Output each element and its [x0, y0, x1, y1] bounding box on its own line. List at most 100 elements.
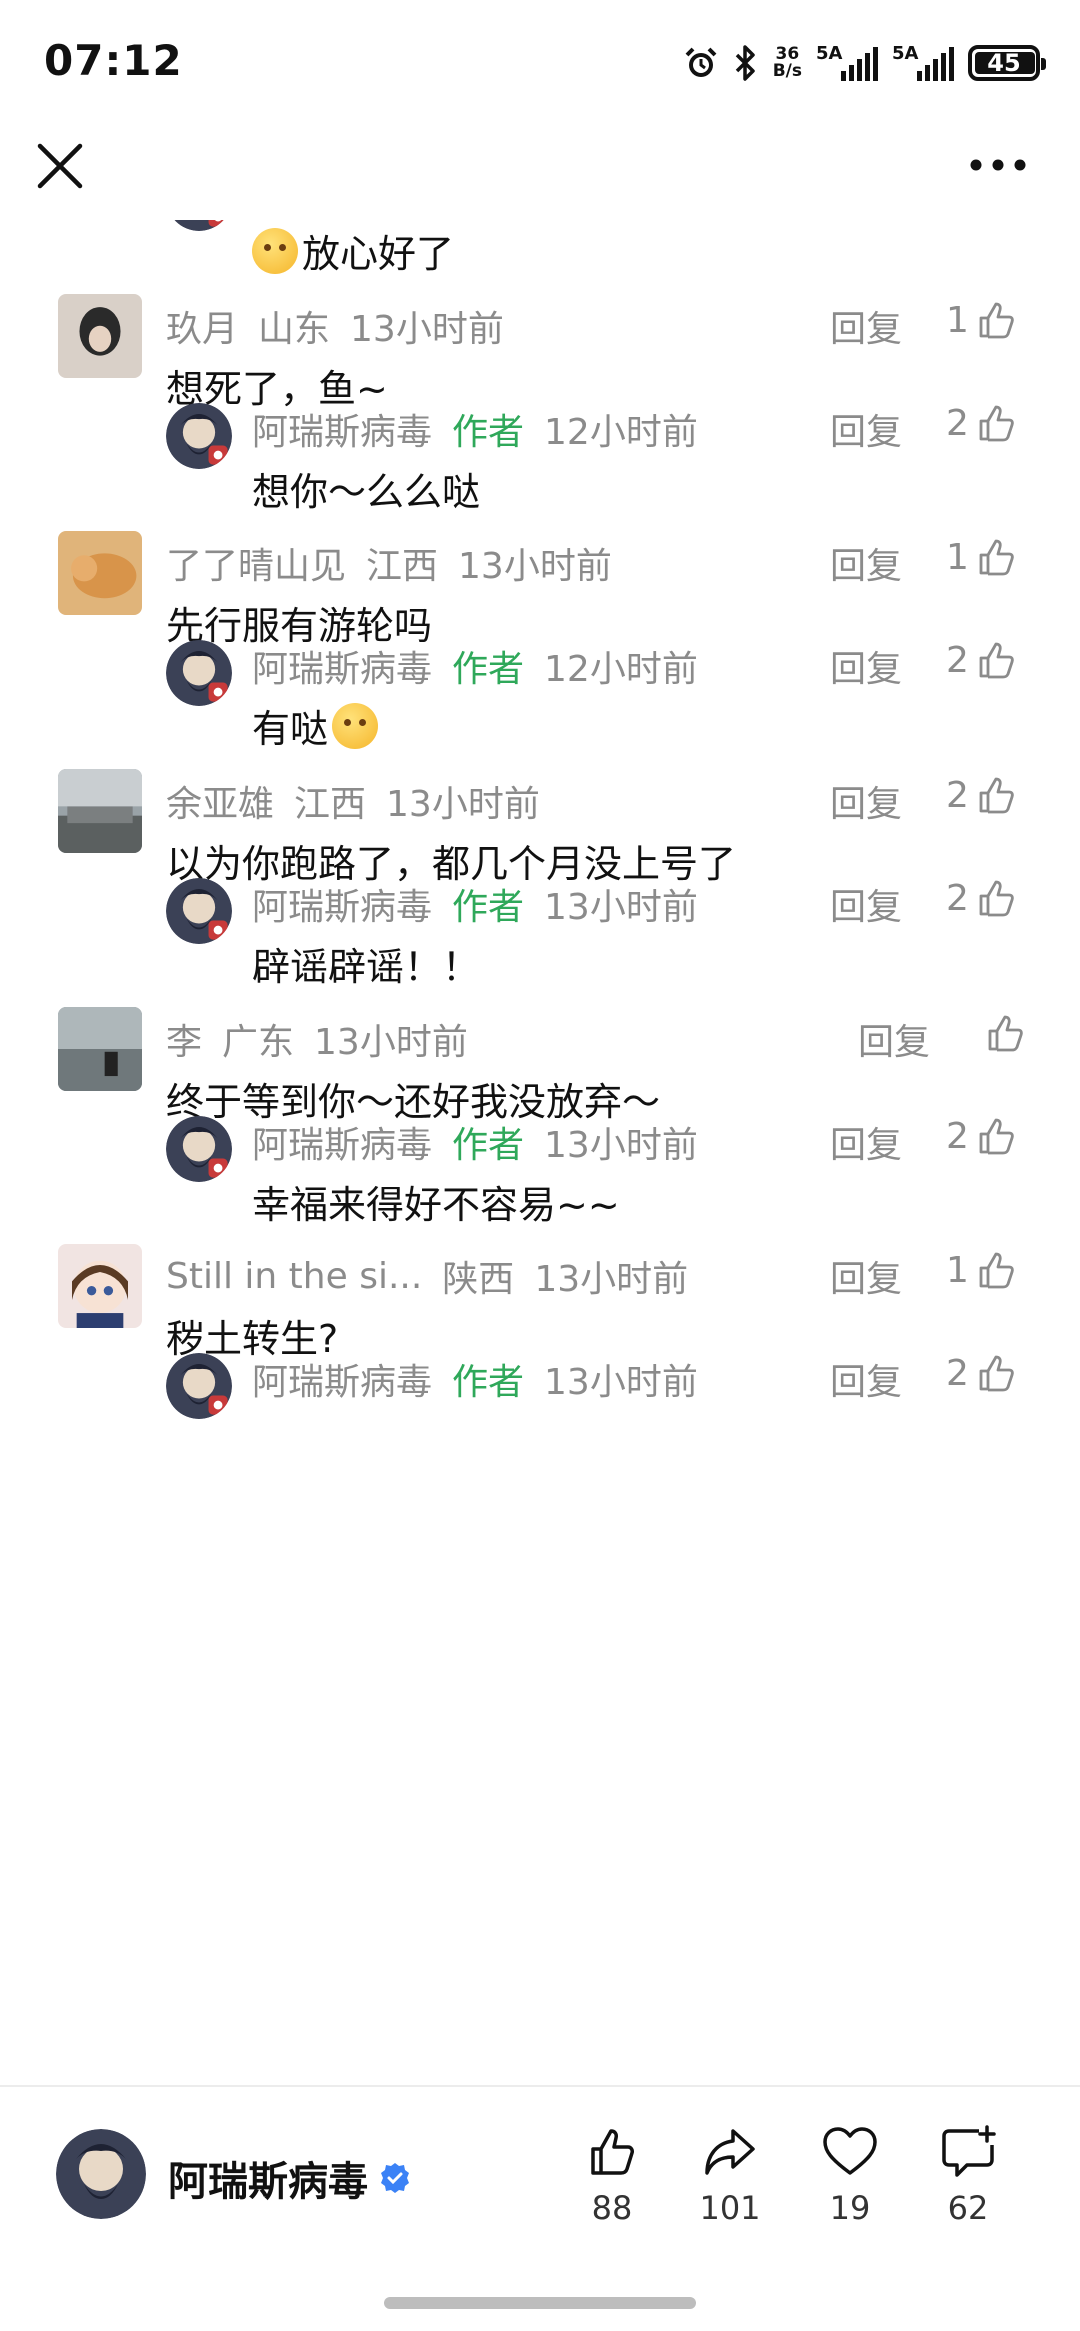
like-action[interactable]: 88: [562, 2123, 662, 2227]
user-avatar[interactable]: [58, 769, 142, 853]
reply-button[interactable]: 回复: [830, 878, 902, 930]
status-bar: 07:12 36 B/s 5A 5A 45: [0, 0, 1080, 125]
comment-meta: 阿瑞斯病毒 作者 13小时前: [252, 878, 698, 930]
reply-comment[interactable]: 阿瑞斯病毒作者13小时前回复2放心好了: [0, 220, 1080, 276]
comment-like-count: 2: [946, 402, 969, 444]
comment-time: 13小时前: [544, 1362, 698, 1403]
reply-button[interactable]: 回复: [830, 640, 902, 692]
reply-comment[interactable]: 阿瑞斯病毒 作者 13小时前 回复 2 幸福来得好不容易~~: [0, 1114, 1080, 1229]
reply-comment[interactable]: 阿瑞斯病毒 作者 12小时前 回复 2 有哒: [0, 638, 1080, 751]
comment-item[interactable]: 玖月 山东 13小时前 回复 1 想死了，鱼~: [0, 294, 1080, 411]
comment-meta: Still in the si... 陕西 13小时前: [166, 1250, 688, 1302]
author-avatar[interactable]: [166, 220, 232, 231]
comment-like-button[interactable]: 2: [946, 876, 1019, 920]
comment-like-count: 2: [946, 877, 969, 919]
reply-button[interactable]: 回复: [830, 403, 902, 455]
author-avatar[interactable]: [166, 878, 232, 944]
comment-meta: 李广东 13小时前: [166, 1013, 468, 1065]
author-name[interactable]: 阿瑞斯病毒: [168, 2149, 412, 2207]
comment-meta: 阿瑞斯病毒 作者 12小时前: [252, 403, 698, 455]
comment-like-button[interactable]: 1: [946, 298, 1019, 342]
battery-icon: 45: [968, 45, 1046, 81]
comment-action[interactable]: 62: [918, 2123, 1018, 2227]
thumbs-up-icon: [979, 405, 1014, 442]
reply-button[interactable]: 回复: [830, 1116, 902, 1168]
reply-button[interactable]: 回复: [830, 775, 902, 827]
reply-comment[interactable]: 阿瑞斯病毒 作者 12小时前 回复 2 想你～么么哒: [0, 401, 1080, 516]
user-avatar[interactable]: [58, 294, 142, 378]
reply-button[interactable]: 回复: [830, 537, 902, 589]
close-icon: [37, 143, 83, 189]
reply-comment[interactable]: 阿瑞斯病毒 作者 13小时前 回复 2 辟谣辟谣！！: [0, 876, 1080, 989]
net-speed: 36 B/s: [772, 44, 802, 81]
comment-like-count: 2: [946, 639, 969, 681]
author-tag: 作者: [452, 887, 525, 928]
reply-comment[interactable]: 阿瑞斯病毒 作者 13小时前 回复 2: [0, 1353, 1080, 1463]
comment-item[interactable]: 余亚雄 江西 13小时前 回复 2 以为你跑路了，都几个月没上号了: [0, 769, 1080, 886]
author-tag: 作者: [452, 412, 525, 453]
comment-like-button[interactable]: 2: [946, 638, 1019, 682]
comment-time: 13小时前: [544, 1125, 698, 1166]
comment-username[interactable]: 阿瑞斯病毒: [252, 878, 432, 930]
comment-username[interactable]: 李: [166, 1013, 202, 1065]
user-avatar[interactable]: [58, 1244, 142, 1328]
comment-like-button[interactable]: 2: [946, 401, 1019, 445]
comment-location: 江西: [366, 546, 439, 587]
comment-username[interactable]: Still in the si...: [166, 1256, 422, 1297]
comment-username[interactable]: 了了晴山见: [166, 537, 346, 589]
comment-username[interactable]: 阿瑞斯病毒: [252, 403, 432, 455]
comment-username[interactable]: 阿瑞斯病毒: [252, 640, 432, 692]
bottom-action-bar: 阿瑞斯病毒 88 101 19 62: [0, 2085, 1080, 2331]
author-avatar[interactable]: [166, 403, 232, 469]
favorite-action[interactable]: 19: [800, 2123, 900, 2227]
more-icon: [970, 159, 1026, 171]
home-indicator[interactable]: [384, 2297, 696, 2309]
comment-like-button[interactable]: 2: [946, 773, 1019, 817]
comment-text-content: 放心好了: [302, 232, 455, 276]
comment-like-button[interactable]: 1: [946, 535, 1019, 579]
comment-username[interactable]: 玖月: [166, 300, 238, 352]
comment-like-button[interactable]: [978, 1011, 1028, 1055]
user-avatar[interactable]: [58, 1007, 142, 1091]
comment-like-count: 1: [946, 536, 969, 578]
author-avatar[interactable]: [166, 640, 232, 706]
comment-time: 13小时前: [534, 1259, 689, 1300]
author-avatar[interactable]: [166, 1353, 232, 1419]
comment-item[interactable]: 李广东 13小时前 回复 终于等到你～还好我没放弃～: [0, 1007, 1080, 1124]
comment-username[interactable]: 余亚雄: [166, 775, 274, 827]
comment-time: 13小时前: [314, 1022, 468, 1063]
comment-text-content: 辟谣辟谣！！: [252, 945, 481, 989]
comment-like-button[interactable]: 1: [946, 1248, 1019, 1292]
comment-text: 想你～么么哒: [252, 461, 480, 516]
comment-list[interactable]: 阿瑞斯病毒作者13小时前回复2放心好了玖月山东13小时前回复1想死了，鱼~阿瑞斯…: [0, 220, 1080, 2085]
reply-button[interactable]: 回复: [830, 1250, 902, 1302]
reply-button[interactable]: 回复: [858, 1013, 930, 1065]
thumbs-up-icon: [979, 1118, 1014, 1155]
comment-like-button[interactable]: 2: [946, 1351, 1019, 1395]
comment-like-button[interactable]: 2: [946, 1114, 1019, 1158]
favorite-count: 19: [829, 2189, 871, 2227]
reply-button[interactable]: 回复: [830, 300, 902, 352]
emoji-icon: [332, 702, 379, 749]
comment-text: 幸福来得好不容易~~: [252, 1174, 620, 1229]
author-tag: 作者: [452, 649, 525, 690]
author-avatar[interactable]: [56, 2129, 146, 2219]
comment-item[interactable]: Still in the si... 陕西 13小时前 回复 1 秽土转生?: [0, 1244, 1080, 1361]
signal-icon-sim2: 5A: [892, 43, 954, 83]
comment-item[interactable]: 了了晴山见 江西 13小时前 回复 1 先行服有游轮吗: [0, 531, 1080, 648]
comment-username[interactable]: 阿瑞斯病毒: [252, 1116, 432, 1168]
close-button[interactable]: [34, 140, 86, 192]
comment-username[interactable]: 阿瑞斯病毒: [252, 1353, 432, 1405]
comment-meta: 玖月 山东 13小时前: [166, 300, 504, 352]
reply-button[interactable]: 回复: [830, 1353, 902, 1405]
heart-icon: [823, 2127, 877, 2175]
user-avatar[interactable]: [58, 531, 142, 615]
comment-like-count: 1: [946, 299, 969, 341]
share-action[interactable]: 101: [680, 2123, 780, 2227]
thumbs-up-icon: [979, 642, 1014, 679]
alarm-icon: [683, 45, 719, 81]
thumbs-up-icon: [979, 777, 1014, 814]
author-avatar[interactable]: [166, 1116, 232, 1182]
more-button[interactable]: [968, 150, 1028, 180]
comment-location: 陕西: [442, 1259, 515, 1300]
